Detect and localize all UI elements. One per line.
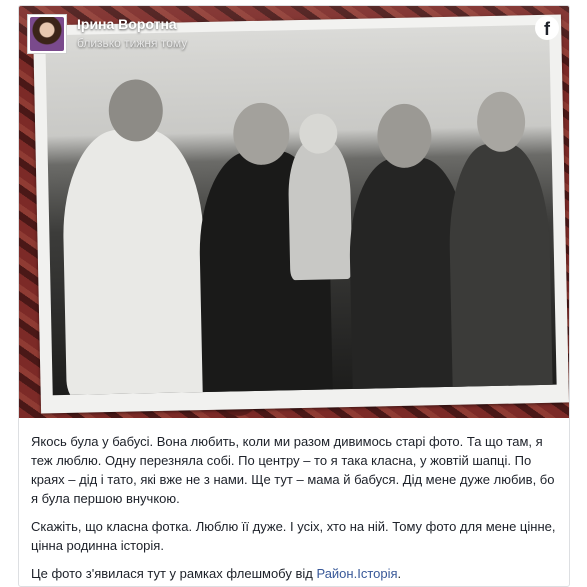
author-name[interactable]: Ірина Воротна xyxy=(77,16,177,32)
footer-suffix: . xyxy=(397,566,402,581)
post-text: Якось була у бабусі. Вона любить, коли м… xyxy=(31,432,559,586)
figure-baby xyxy=(287,138,353,281)
avatar[interactable] xyxy=(27,14,67,54)
post-footer: Це фото з'явилася тут у рамках флешмобу … xyxy=(31,564,559,583)
family-photo-image xyxy=(45,24,557,396)
head-grandfather xyxy=(476,91,526,153)
facebook-icon[interactable]: f xyxy=(535,16,559,40)
figure-father xyxy=(61,128,207,396)
post-paragraph: Скажіть, що класна фотка. Люблю її дуже.… xyxy=(31,519,556,553)
flashmob-link[interactable]: Район.Історія xyxy=(316,566,397,581)
avatar-image xyxy=(30,17,64,51)
post-paragraph: Якось була у бабусі. Вона любить, коли м… xyxy=(31,434,555,506)
footer-prefix: Це фото з'явилася тут у рамках флешмобу … xyxy=(31,566,317,581)
author-bar: Ірина Воротна близько тижня тому f xyxy=(19,6,569,60)
post-photo[interactable]: Ірина Воротна близько тижня тому f xyxy=(19,6,569,418)
figure-grandfather xyxy=(447,142,554,396)
post-timestamp[interactable]: близько тижня тому xyxy=(77,36,187,50)
post-card: Ірина Воротна близько тижня тому f Якось… xyxy=(18,5,570,587)
old-photo-print xyxy=(32,14,569,414)
